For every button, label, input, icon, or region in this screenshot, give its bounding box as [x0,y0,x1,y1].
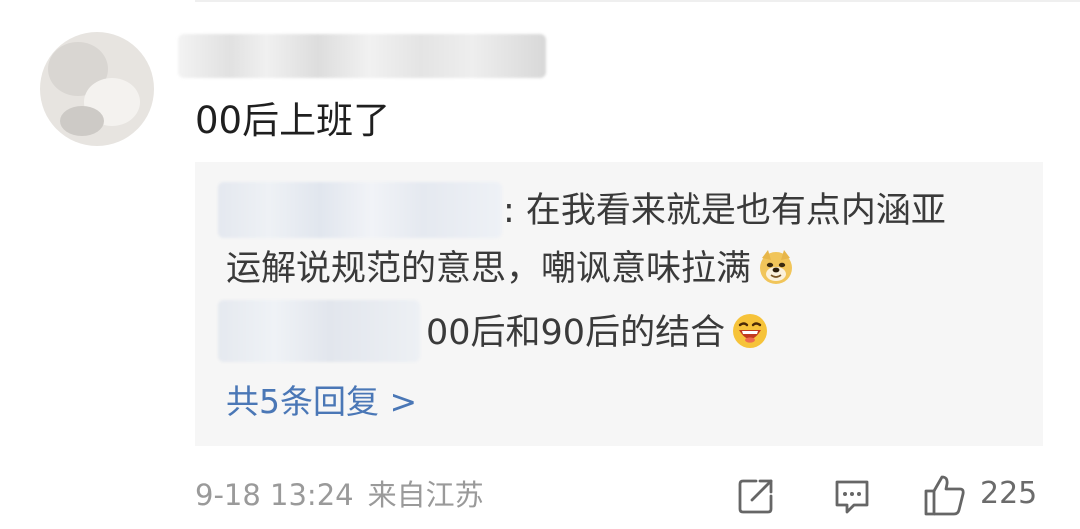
reply-author-blurred[interactable] [218,300,420,362]
reply-text-line: 00后和90后的结合 [426,310,769,362]
thumbs-up-icon[interactable] [922,472,968,522]
comment-meta: 9-18 13:24 来自江苏 [195,476,484,514]
doge-emoji-icon [757,248,795,298]
like-count: 225 [980,476,1038,511]
top-divider [195,0,1080,2]
comment-location: 来自江苏 [367,478,484,512]
reply-text-line: : 在我看来就是也有点内涵亚 [503,191,946,231]
laughing-emoji-icon [731,312,769,362]
comment-text: 00后上班了 [195,99,391,142]
reply-text-line: 运解说规范的意思，嘲讽意味拉满 [226,246,795,298]
reply-author-blurred[interactable] [218,182,502,238]
comment-date: 9-18 13:24 [195,478,354,512]
view-all-replies-link[interactable]: 共5条回复 > [226,380,417,424]
reply-text: 00后和90后的结合 [426,313,726,353]
share-icon[interactable] [736,476,776,520]
username-blurred[interactable] [178,34,546,78]
comment-icon[interactable] [832,476,872,520]
reply-text: 运解说规范的意思，嘲讽意味拉满 [226,249,752,289]
avatar[interactable] [40,32,154,146]
avatar-blur-region [60,106,104,136]
